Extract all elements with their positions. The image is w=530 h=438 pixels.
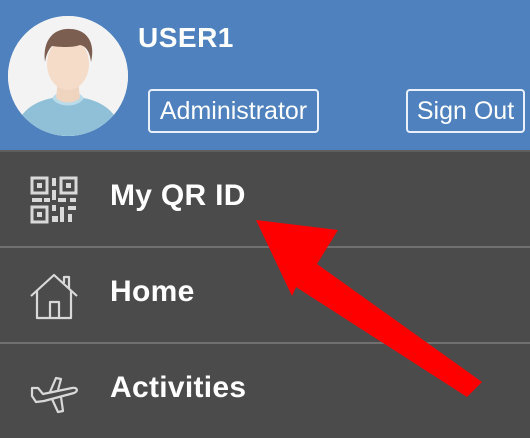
qr-code-icon (30, 176, 78, 224)
menu-item-my-qr-id[interactable]: My QR ID (0, 150, 530, 246)
avatar[interactable] (8, 16, 128, 136)
administrator-button[interactable]: Administrator (148, 89, 319, 133)
menu-item-activities[interactable]: Activities (0, 342, 530, 438)
menu-item-home[interactable]: Home (0, 246, 530, 342)
username: USER1 (138, 22, 234, 53)
profile-header: USER1 Administrator Sign Out (0, 0, 530, 150)
sign-out-button[interactable]: Sign Out (406, 89, 525, 133)
airplane-icon (30, 376, 78, 414)
user-avatar-icon (8, 16, 128, 136)
house-icon (30, 273, 78, 320)
menu-label-my-qr-id: My QR ID (110, 179, 246, 212)
menu-label-activities: Activities (110, 371, 247, 404)
menu-label-home: Home (110, 275, 195, 308)
